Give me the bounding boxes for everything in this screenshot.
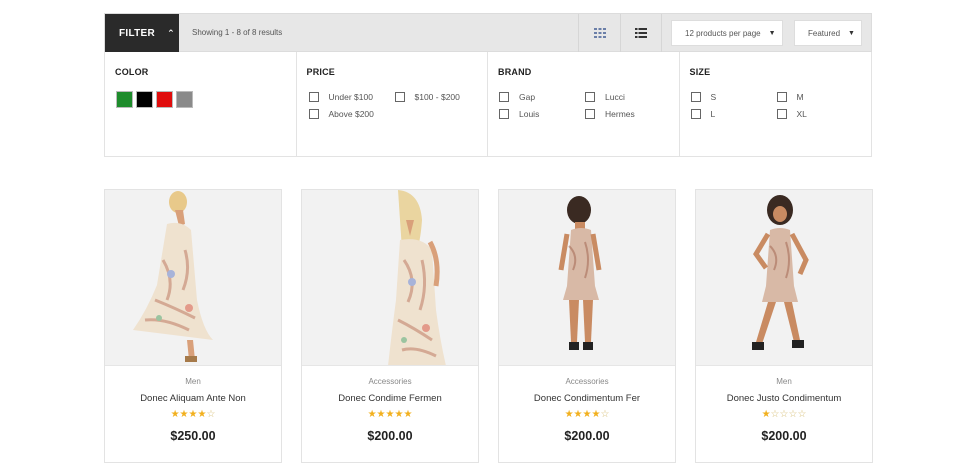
- product-category: Accessories: [368, 377, 412, 386]
- filter-brand: BRAND Gap Lucci Louis Hermes: [488, 52, 680, 156]
- product-name[interactable]: Donec Condime Fermen: [302, 393, 478, 404]
- option-label: Hermes: [605, 109, 635, 119]
- option-label: Louis: [519, 109, 540, 119]
- product-image[interactable]: [696, 190, 872, 366]
- product-price: $200.00: [367, 429, 413, 443]
- product-price: $200.00: [564, 429, 610, 443]
- color-swatch-red[interactable]: [156, 91, 173, 108]
- filter-brand-title: BRAND: [498, 67, 532, 77]
- option-label: XL: [796, 109, 807, 119]
- option-label: Lucci: [605, 92, 625, 102]
- product-name[interactable]: Donec Justo Condimentum: [696, 393, 872, 404]
- filter-color-title: COLOR: [115, 67, 149, 77]
- product-card[interactable]: Men Donec Justo Condimentum ★☆☆☆☆ $200.0…: [695, 189, 873, 463]
- rating-stars: ★★★★☆: [170, 409, 216, 420]
- chevron-up-icon: ⌃: [167, 27, 175, 38]
- brand-option-gap[interactable]: Gap: [499, 92, 535, 102]
- color-swatches: [116, 91, 193, 108]
- product-price: $250.00: [170, 429, 216, 443]
- option-label: $100 - $200: [414, 92, 460, 102]
- filter-price-title: PRICE: [306, 67, 336, 77]
- product-category: Men: [185, 377, 201, 386]
- product-image[interactable]: [302, 190, 478, 366]
- filter-toggle-button[interactable]: FILTER ⌃: [105, 14, 179, 52]
- checkbox[interactable]: [394, 92, 405, 102]
- checkbox[interactable]: [776, 92, 787, 102]
- size-option-xl[interactable]: XL: [776, 109, 807, 119]
- grid-view-button[interactable]: [578, 14, 620, 52]
- per-page-select[interactable]: 12 products per page ▼: [671, 20, 783, 46]
- option-label: S: [710, 92, 717, 102]
- checkbox[interactable]: [690, 109, 701, 119]
- rating-stars: ★★★★☆: [564, 409, 610, 420]
- rating-stars: ★★★★★: [367, 409, 413, 420]
- results-count: Showing 1 - 8 of 8 results: [192, 28, 283, 37]
- caret-down-icon: ▼: [848, 29, 855, 37]
- sort-select[interactable]: Featured ▼: [794, 20, 862, 46]
- size-option-m[interactable]: M: [776, 92, 804, 102]
- product-card[interactable]: Men Donec Aliquam Ante Non ★★★★☆ $250.00: [104, 189, 282, 463]
- shop-page: FILTER ⌃ Showing 1 - 8 of 8 results 12 p…: [0, 0, 980, 471]
- brand-option-louis[interactable]: Louis: [499, 109, 539, 119]
- product-photo: [105, 190, 281, 365]
- checkbox[interactable]: [585, 92, 595, 102]
- checkbox[interactable]: [499, 109, 509, 119]
- option-label: M: [796, 92, 804, 102]
- rating-stars: ★☆☆☆☆: [761, 409, 807, 420]
- checkbox[interactable]: [585, 109, 595, 119]
- shop-toolbar: FILTER ⌃ Showing 1 - 8 of 8 results 12 p…: [104, 13, 872, 52]
- product-card[interactable]: Accessories Donec Condime Fermen ★★★★★ $…: [301, 189, 479, 463]
- list-view-button[interactable]: [620, 14, 662, 52]
- color-swatch-green[interactable]: [116, 91, 133, 108]
- product-image[interactable]: [499, 190, 675, 366]
- checkbox[interactable]: [308, 92, 319, 102]
- option-label: Above $200: [328, 109, 374, 119]
- checkbox[interactable]: [308, 109, 319, 119]
- product-name[interactable]: Donec Aliquam Ante Non: [105, 393, 281, 404]
- product-image[interactable]: [105, 190, 281, 366]
- per-page-value: 12 products per page: [685, 28, 761, 38]
- product-photo: [499, 190, 675, 365]
- brand-option-hermes[interactable]: Hermes: [585, 109, 635, 119]
- color-swatch-gray[interactable]: [176, 91, 193, 108]
- product-category: Accessories: [565, 377, 609, 386]
- list-view-icon: [635, 28, 647, 38]
- price-option-above-200[interactable]: Above $200: [308, 109, 374, 119]
- filter-label: FILTER: [119, 27, 156, 39]
- filter-size-title: SIZE: [689, 67, 711, 77]
- brand-option-lucci[interactable]: Lucci: [585, 92, 625, 102]
- product-photo: [696, 190, 872, 365]
- color-swatch-black[interactable]: [136, 91, 153, 108]
- filter-color: COLOR: [105, 52, 297, 156]
- option-label: Gap: [519, 92, 536, 102]
- size-option-s[interactable]: S: [690, 92, 717, 102]
- option-label: Under $100: [328, 92, 373, 102]
- product-price: $200.00: [761, 429, 807, 443]
- grid-view-icon: [593, 28, 606, 38]
- filter-price: PRICE Under $100 $100 - $200 Above $200: [297, 52, 488, 156]
- checkbox[interactable]: [499, 92, 509, 102]
- checkbox[interactable]: [776, 109, 787, 119]
- size-option-l[interactable]: L: [690, 109, 716, 119]
- checkbox[interactable]: [690, 92, 701, 102]
- caret-down-icon: ▼: [768, 29, 776, 37]
- sort-value: Featured: [808, 28, 841, 38]
- product-photo: [302, 190, 478, 365]
- option-label: L: [710, 109, 716, 119]
- price-option-100-200[interactable]: $100 - $200: [394, 92, 460, 102]
- product-card[interactable]: Accessories Donec Condimentum Fer ★★★★☆ …: [498, 189, 676, 463]
- filter-panel: COLOR PRICE Under $100 $100 - $200 Above…: [104, 52, 872, 157]
- price-option-under-100[interactable]: Under $100: [308, 92, 373, 102]
- filter-size: SIZE S M L XL: [680, 52, 872, 156]
- product-category: Men: [776, 377, 792, 386]
- product-name[interactable]: Donec Condimentum Fer: [499, 393, 675, 404]
